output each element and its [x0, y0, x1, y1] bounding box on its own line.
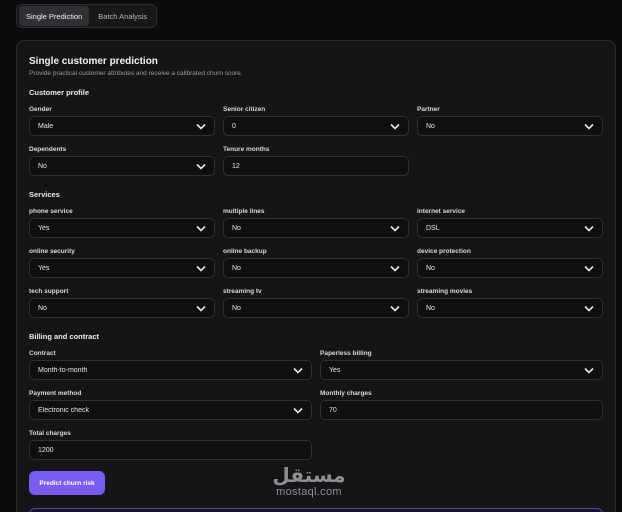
tab-single-prediction[interactable]: Single Prediction	[19, 6, 90, 26]
result-panel	[29, 508, 603, 512]
chevron-down-icon	[293, 365, 303, 375]
tech-support-value: No	[38, 304, 47, 312]
paperless-billing-select[interactable]: Yes	[320, 360, 603, 380]
device-protection-value: No	[426, 264, 435, 272]
online-backup-value: No	[232, 264, 241, 272]
partner-label: Partner	[417, 106, 440, 113]
gender-select[interactable]: Male	[29, 116, 215, 136]
online-security-label: online security	[29, 248, 75, 255]
contract-select[interactable]: Month-to-month	[29, 360, 312, 380]
chevron-down-icon	[196, 303, 206, 313]
online-security-value: Yes	[38, 264, 50, 272]
chevron-down-icon	[196, 263, 206, 273]
phone-service-select[interactable]: Yes	[29, 218, 215, 238]
monthly-charges-label: Monthly charges	[320, 390, 372, 397]
chevron-down-icon	[584, 223, 594, 233]
streaming-movies-label: streaming movies	[417, 288, 473, 295]
chevron-down-icon	[196, 223, 206, 233]
dependents-select[interactable]: No	[29, 156, 215, 176]
senior-citizen-select[interactable]: 0	[223, 116, 409, 136]
paperless-billing-label: Paperless billing	[320, 350, 372, 357]
chevron-down-icon	[196, 121, 206, 131]
card-title: Single customer prediction	[29, 56, 158, 67]
online-backup-select[interactable]: No	[223, 258, 409, 278]
total-charges-input[interactable]: 1200	[29, 440, 312, 460]
gender-label: Gender	[29, 106, 52, 113]
monthly-charges-value: 70	[329, 406, 337, 414]
mostaql-url: mostaql.com	[276, 486, 342, 498]
partner-value: No	[426, 122, 435, 130]
chevron-down-icon	[390, 223, 400, 233]
tab-batch-analysis[interactable]: Batch Analysis	[91, 6, 154, 26]
chevron-down-icon	[584, 263, 594, 273]
online-security-select[interactable]: Yes	[29, 258, 215, 278]
svg-text:مستقل: مستقل	[272, 463, 345, 487]
tenure-input[interactable]: 12	[223, 156, 409, 176]
phone-service-value: Yes	[38, 224, 50, 232]
predict-churn-button[interactable]: Predict churn risk	[29, 471, 105, 495]
dependents-label: Dependents	[29, 146, 67, 153]
chevron-down-icon	[584, 365, 594, 375]
streaming-movies-select[interactable]: No	[417, 298, 603, 318]
senior-citizen-label: Senior citizen	[223, 106, 266, 113]
device-protection-label: device protection	[417, 248, 471, 255]
multiple-lines-label: multiple lines	[223, 208, 265, 215]
device-protection-select[interactable]: No	[417, 258, 603, 278]
chevron-down-icon	[293, 405, 303, 415]
chevron-down-icon	[584, 121, 594, 131]
multiple-lines-value: No	[232, 224, 241, 232]
payment-method-select[interactable]: Electronic check	[29, 400, 312, 420]
tech-support-select[interactable]: No	[29, 298, 215, 318]
chevron-down-icon	[390, 303, 400, 313]
partner-select[interactable]: No	[417, 116, 603, 136]
chevron-down-icon	[390, 121, 400, 131]
internet-service-label: internet service	[417, 208, 466, 215]
section-customer-profile: Customer profile	[29, 88, 90, 97]
dependents-value: No	[38, 162, 47, 170]
section-billing: Billing and contract	[29, 332, 100, 341]
tenure-value: 12	[232, 162, 240, 170]
monthly-charges-input[interactable]: 70	[320, 400, 603, 420]
tech-support-label: tech support	[29, 288, 69, 295]
chevron-down-icon	[584, 303, 594, 313]
internet-service-value: DSL	[426, 224, 440, 232]
mostaql-watermark: مستقل mostaql.com	[270, 462, 348, 498]
prediction-card: Single customer prediction Provide pract…	[16, 40, 616, 512]
streaming-tv-value: No	[232, 304, 241, 312]
contract-label: Contract	[29, 350, 56, 357]
payment-method-label: Payment method	[29, 390, 82, 397]
section-services: Services	[29, 190, 60, 199]
chevron-down-icon	[196, 161, 206, 171]
mostaql-logo: مستقل	[272, 463, 345, 487]
gender-value: Male	[38, 122, 54, 130]
total-charges-value: 1200	[38, 446, 54, 454]
internet-service-select[interactable]: DSL	[417, 218, 603, 238]
multiple-lines-select[interactable]: No	[223, 218, 409, 238]
senior-citizen-value: 0	[232, 122, 236, 130]
contract-value: Month-to-month	[38, 366, 88, 374]
phone-service-label: phone service	[29, 208, 73, 215]
streaming-tv-select[interactable]: No	[223, 298, 409, 318]
paperless-billing-value: Yes	[329, 366, 341, 374]
tenure-label: Tenure months	[223, 146, 270, 153]
streaming-movies-value: No	[426, 304, 435, 312]
mode-tabs: Single Prediction Batch Analysis	[16, 4, 158, 28]
payment-method-value: Electronic check	[38, 406, 89, 414]
card-subtitle: Provide practical customer attributes an…	[29, 70, 243, 77]
total-charges-label: Total charges	[29, 430, 71, 437]
streaming-tv-label: streaming tv	[223, 288, 262, 295]
chevron-down-icon	[390, 263, 400, 273]
online-backup-label: online backup	[223, 248, 267, 255]
